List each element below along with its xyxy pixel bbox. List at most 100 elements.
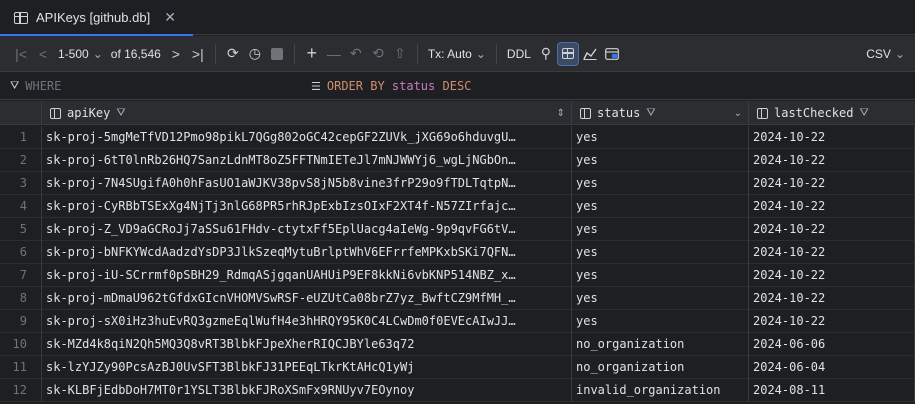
cell-apikey[interactable]: sk-proj-7N4SUgifA0h0hFasUO1aWJKV38pvS8jN… xyxy=(42,172,572,195)
cell-apikey[interactable]: sk-proj-mDmaU962tGfdxGIcnVHOMVSwRSF-eUZU… xyxy=(42,287,572,310)
cell-status[interactable]: yes xyxy=(572,195,749,218)
rollback-icon[interactable]: ⟲ xyxy=(367,42,389,66)
table-row[interactable]: 7 sk-proj-iU-SCrrmf0pSBH29_RdmqASjgqanUAH… xyxy=(0,264,915,287)
table-row[interactable]: 9 sk-proj-sX0iHz3huEvRQ3gzmeEqlWufH4e3hHR… xyxy=(0,310,915,333)
close-icon[interactable]: ✕ xyxy=(164,9,176,26)
cell-lastchecked[interactable]: 2024-10-22 xyxy=(749,195,915,218)
row-number: 11 xyxy=(0,356,42,379)
cell-status[interactable]: yes xyxy=(572,126,749,149)
tab-apikeys[interactable]: APIKeys [github.db] ✕ xyxy=(0,0,193,36)
export-format-dropdown[interactable]: CSV ⌄ xyxy=(862,42,909,66)
search-icon[interactable]: ⚲ xyxy=(535,42,557,66)
first-page-icon[interactable]: |< xyxy=(10,42,32,66)
cell-apikey[interactable]: sk-proj-CyRBbTSExXg4NjTj3nlG68PR5rhRJpEx… xyxy=(42,195,572,218)
cell-apikey[interactable]: sk-proj-sX0iHz3huEvRQ3gzmeEqlWufH4e3hHRQ… xyxy=(42,310,572,333)
filter-bar: ⛛ WHERE ☰ ORDER BY status DESC xyxy=(0,73,915,100)
submit-icon[interactable]: ⇧ xyxy=(389,42,411,66)
column-filter-icon[interactable]: ⛛ xyxy=(116,106,125,120)
row-number-header xyxy=(0,101,42,125)
cell-status[interactable]: yes xyxy=(572,310,749,333)
cell-lastchecked[interactable]: 2024-10-22 xyxy=(749,310,915,333)
column-name: apiKey xyxy=(67,106,111,120)
cell-lastchecked[interactable]: 2024-10-22 xyxy=(749,126,915,149)
cell-apikey[interactable]: sk-proj-bNFKYWcdAadzdYsDP3JlkSzeqMytuBrl… xyxy=(42,241,572,264)
table-row[interactable]: 2 sk-proj-6tT0lnRb26HQ7SanzLdnMT8oZ5FFTNm… xyxy=(0,149,915,172)
chevron-down-icon: ⌄ xyxy=(894,46,905,61)
cell-status[interactable]: yes xyxy=(572,218,749,241)
table-row[interactable]: 3 sk-proj-7N4SUgifA0h0hFasUO1aWJKV38pvS8j… xyxy=(0,172,915,195)
toolbar-divider xyxy=(293,43,295,64)
table-row[interactable]: 6 sk-proj-bNFKYWcdAadzdYsDP3JlkSzeqMytuBr… xyxy=(0,241,915,264)
cell-lastchecked[interactable]: 2024-10-22 xyxy=(749,241,915,264)
chart-icon[interactable] xyxy=(579,42,601,66)
cell-lastchecked[interactable]: 2024-08-11 xyxy=(749,379,915,402)
cell-apikey[interactable]: sk-proj-iU-SCrrmf0pSBH29_RdmqASjgqanUAHU… xyxy=(42,264,572,287)
previous-page-icon[interactable]: < xyxy=(32,42,54,66)
cell-status[interactable]: invalid_organization xyxy=(572,379,749,402)
page-range-label: 1-500 xyxy=(58,46,89,61)
column-filter-icon[interactable]: ⛛ xyxy=(859,106,868,120)
sort-icon: ☰ xyxy=(311,79,321,93)
row-number: 5 xyxy=(0,218,42,241)
cell-lastchecked[interactable]: 2024-06-06 xyxy=(749,333,915,356)
column-header-apikey[interactable]: apiKey ⛛ ⇕ xyxy=(42,101,572,125)
cell-lastchecked[interactable]: 2024-06-04 xyxy=(749,356,915,379)
history-icon[interactable]: ◷ xyxy=(244,42,266,66)
toolbar-divider xyxy=(416,43,418,64)
column-name: lastChecked xyxy=(774,106,854,120)
chevron-down-icon: ⌄ xyxy=(475,46,486,61)
table-row[interactable]: 12 sk-KLBFjEdbDoH7MT0r1YSLT3BlbkFJRoXSmFx… xyxy=(0,379,915,402)
order-by-input[interactable]: ☰ ORDER BY status DESC xyxy=(311,79,471,93)
next-page-icon[interactable]: > xyxy=(165,42,187,66)
cell-apikey[interactable]: sk-proj-6tT0lnRb26HQ7SanzLdnMT8oZ5FFTNmI… xyxy=(42,149,572,172)
cell-status[interactable]: no_organization xyxy=(572,333,749,356)
cell-lastchecked[interactable]: 2024-10-22 xyxy=(749,172,915,195)
table-row[interactable]: 11 sk-lzYJZy90PcsAzBJ0UvSFT3BlbkFJ31PEEqL… xyxy=(0,356,915,379)
cell-apikey[interactable]: sk-KLBFjEdbDoH7MT0r1YSLT3BlbkFJRoXSmFx9R… xyxy=(42,379,572,402)
table-view-icon xyxy=(561,48,574,59)
cell-lastchecked[interactable]: 2024-10-22 xyxy=(749,264,915,287)
cell-status[interactable]: yes xyxy=(572,264,749,287)
add-row-icon[interactable]: + xyxy=(301,42,323,66)
value-editor-icon[interactable] xyxy=(601,42,623,66)
table-view-toggle[interactable] xyxy=(556,41,579,66)
transaction-mode-dropdown[interactable]: Tx: Auto ⌄ xyxy=(424,42,490,66)
table-row[interactable]: 1 sk-proj-5mgMeTfVD12Pmo98pikL7QGg802oGC4… xyxy=(0,126,915,149)
cell-lastchecked[interactable]: 2024-10-22 xyxy=(749,149,915,172)
sort-desc-icon[interactable]: ⌄ xyxy=(734,108,742,119)
cell-apikey[interactable]: sk-proj-Z_VD9aGCRoJj7aSSu61FHdv-ctytxFf5… xyxy=(42,218,572,241)
cell-status[interactable]: yes xyxy=(572,241,749,264)
tab-title: APIKeys [github.db] xyxy=(36,10,151,25)
ddl-button[interactable]: DDL xyxy=(503,42,535,66)
cell-apikey[interactable]: sk-MZd4k8qiN2Qh5MQ3Q8vRT3BlbkFJpeXherRIQ… xyxy=(42,333,572,356)
cell-status[interactable]: yes xyxy=(572,287,749,310)
column-filter-icon[interactable]: ⛛ xyxy=(646,106,655,120)
table-row[interactable]: 8 sk-proj-mDmaU962tGfdxGIcnVHOMVSwRSF-eUZ… xyxy=(0,287,915,310)
cell-apikey[interactable]: sk-proj-5mgMeTfVD12Pmo98pikL7QGg802oGC42… xyxy=(42,126,572,149)
cell-apikey[interactable]: sk-lzYJZy90PcsAzBJ0UvSFT3BlbkFJ31PEEqLTk… xyxy=(42,356,572,379)
page-range-selector[interactable]: 1-500 ⌄ xyxy=(54,42,107,66)
delete-row-icon[interactable]: — xyxy=(323,42,345,66)
cell-lastchecked[interactable]: 2024-10-22 xyxy=(749,287,915,310)
where-filter-input[interactable]: ⛛ WHERE xyxy=(10,79,61,93)
last-page-icon[interactable]: >| xyxy=(187,42,209,66)
column-header-lastchecked[interactable]: lastChecked ⛛ xyxy=(749,101,915,125)
transaction-mode-label: Tx: Auto xyxy=(427,46,472,61)
cell-status[interactable]: no_organization xyxy=(572,356,749,379)
revert-icon[interactable]: ↶ xyxy=(345,42,367,66)
table-row[interactable]: 4 sk-proj-CyRBbTSExXg4NjTj3nlG68PR5rhRJpE… xyxy=(0,195,915,218)
row-number: 9 xyxy=(0,310,42,333)
total-row-count[interactable]: of 16,546 xyxy=(107,42,165,66)
table-row[interactable]: 10 sk-MZd4k8qiN2Qh5MQ3Q8vRT3BlbkFJpeXherR… xyxy=(0,333,915,356)
row-number: 1 xyxy=(0,126,42,149)
cell-status[interactable]: yes xyxy=(572,172,749,195)
stop-icon[interactable] xyxy=(266,42,288,66)
reload-icon[interactable]: ⟳ xyxy=(222,42,244,66)
column-header-status[interactable]: status ⛛ ⌄ xyxy=(572,101,749,125)
data-editor-toolbar: |< < 1-500 ⌄ of 16,546 > >| ⟳ ◷ + — ↶ ⟲ … xyxy=(0,36,915,72)
cell-lastchecked[interactable]: 2024-10-22 xyxy=(749,218,915,241)
sort-toggle-icon[interactable]: ⇕ xyxy=(557,108,565,119)
grid-header: apiKey ⛛ ⇕ status ⛛ ⌄ lastChecked ⛛ xyxy=(0,101,915,125)
cell-status[interactable]: yes xyxy=(572,149,749,172)
table-row[interactable]: 5 sk-proj-Z_VD9aGCRoJj7aSSu61FHdv-ctytxFf… xyxy=(0,218,915,241)
